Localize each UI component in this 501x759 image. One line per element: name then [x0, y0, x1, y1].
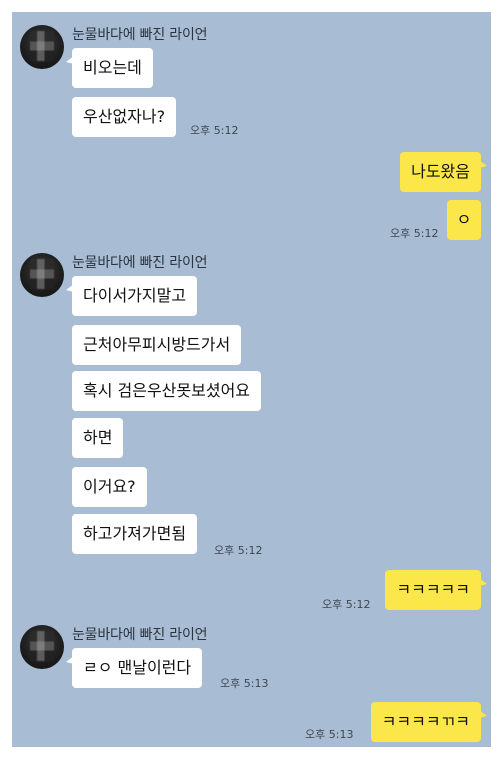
my-message-bubble[interactable]: ㅋㅋㅋㅋㄲㅋ	[370, 702, 488, 742]
message-bubble[interactable]: 근처아무피시방드가서	[72, 325, 242, 365]
message-bubble[interactable]: 혹시 검은우산못보셨어요	[72, 371, 262, 411]
message-bubble[interactable]: 하면	[72, 418, 124, 458]
sender-avatar[interactable]	[20, 25, 64, 69]
sender-name: 눈물바다에 빠진 라이언	[72, 27, 208, 43]
message-bubble[interactable]: 다이서가지말고	[65, 276, 198, 316]
sender-avatar[interactable]	[20, 253, 64, 297]
sender-name: 눈물바다에 빠진 라이언	[72, 627, 208, 643]
message-bubble[interactable]: 우산없자나?	[72, 97, 177, 137]
blurred-profile-image	[30, 631, 54, 661]
message-bubble[interactable]: 이거요?	[72, 467, 147, 507]
message-timestamp: 오후 5:12	[322, 598, 371, 611]
blurred-profile-image	[30, 259, 54, 289]
sender-name: 눈물바다에 빠진 라이언	[72, 255, 208, 271]
my-message-bubble[interactable]: ㅋㅋㅋㅋㅋ	[385, 570, 487, 610]
my-message-bubble[interactable]: 나도왔음	[400, 152, 487, 192]
message-bubble[interactable]: 하고가져가면됨	[72, 514, 198, 554]
message-bubble[interactable]: ㄹㅇ 맨날이런다	[65, 648, 203, 688]
sender-avatar[interactable]	[20, 625, 64, 669]
message-timestamp: 오후 5:12	[190, 124, 239, 137]
message-timestamp: 오후 5:13	[220, 677, 269, 690]
blurred-profile-image	[30, 31, 54, 61]
message-timestamp: 오후 5:13	[305, 728, 354, 741]
message-timestamp: 오후 5:12	[390, 227, 439, 240]
my-message-bubble[interactable]: ㅇ	[447, 200, 481, 240]
message-bubble[interactable]: 비오는데	[66, 48, 153, 88]
message-timestamp: 오후 5:12	[214, 544, 263, 557]
chat-room[interactable]: 눈물바다에 빠진 라이언 비오는데 우산없자나? 오후 5:12 나도왔음 ㅇ …	[12, 12, 491, 747]
